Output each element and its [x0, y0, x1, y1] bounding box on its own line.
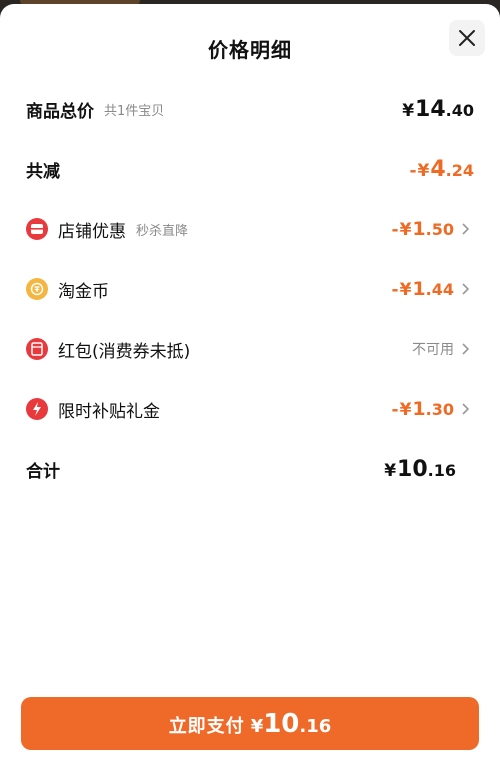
currency-symbol: ¥ — [384, 460, 397, 481]
pay-now-button[interactable]: 立即支付 ¥ 10 .16 — [21, 697, 479, 750]
sheet-header: 价格明细 — [0, 4, 500, 78]
pay-amount-int: 10 — [263, 709, 300, 739]
tao-coins-int: 1 — [412, 278, 426, 300]
chevron-right-icon — [462, 283, 474, 295]
minus-sign: - — [409, 160, 417, 181]
subtotal-label: 合计 — [26, 461, 60, 482]
subsidy-value: - ¥ 1 .30 — [392, 398, 454, 420]
minus-sign: - — [391, 400, 399, 420]
currency-symbol: ¥ — [402, 100, 415, 121]
currency-symbol: ¥ — [417, 160, 430, 181]
price-detail-sheet: 价格明细 商品总价 共1件宝贝 ¥ 14 .40 共减 - ¥ 4 .24 店铺… — [0, 4, 500, 771]
minus-sign: - — [391, 220, 399, 240]
subsidy-label: 限时补贴礼金 — [58, 401, 160, 422]
close-icon — [459, 30, 475, 46]
chevron-right-icon — [462, 223, 474, 235]
coin-icon — [26, 278, 48, 300]
currency-symbol: ¥ — [250, 716, 264, 737]
total-price-label: 商品总价 — [26, 101, 94, 122]
tao-coins-dec: .44 — [425, 280, 454, 299]
store-discount-value: - ¥ 1 .50 — [392, 218, 454, 240]
currency-symbol: ¥ — [399, 280, 412, 300]
chevron-right-icon — [462, 343, 474, 355]
store-discount-sub: 秒杀直降 — [136, 223, 189, 239]
row-store-discount[interactable]: 店铺优惠 秒杀直降 - ¥ 1 .50 — [26, 209, 474, 249]
close-button[interactable] — [449, 20, 485, 56]
tao-coins-value: - ¥ 1 .44 — [392, 278, 454, 300]
red-packet-icon — [26, 338, 48, 360]
store-discount-int: 1 — [412, 218, 426, 240]
red-packet-status: 不可用 — [412, 342, 454, 358]
subtotal-int: 10 — [397, 456, 428, 482]
reduction-dec: .24 — [445, 160, 474, 180]
total-price-int: 14 — [415, 96, 446, 122]
subsidy-int: 1 — [412, 398, 426, 420]
tao-coins-label: 淘金币 — [58, 281, 109, 302]
subsidy-dec: .30 — [425, 400, 454, 419]
chevron-right-icon — [462, 403, 474, 415]
store-coupon-icon — [26, 218, 48, 240]
subtotal-value: ¥ 10 .16 — [384, 457, 456, 482]
lightning-icon — [26, 398, 48, 420]
row-subtotal: 合计 ¥ 10 .16 — [26, 449, 474, 489]
item-count: 共1件宝贝 — [104, 103, 165, 119]
row-total-reduction: 共减 - ¥ 4 .24 — [26, 149, 474, 189]
reduction-label: 共减 — [26, 161, 60, 182]
total-price-dec: .40 — [445, 100, 474, 120]
red-packet-label: 红包(消费券未抵) — [58, 341, 191, 362]
row-tao-coins[interactable]: 淘金币 - ¥ 1 .44 — [26, 269, 474, 309]
pay-amount-dec: .16 — [299, 716, 332, 737]
minus-sign: - — [391, 280, 399, 300]
row-red-packet[interactable]: 红包(消费券未抵) 不可用 — [26, 329, 474, 369]
row-limited-subsidy[interactable]: 限时补贴礼金 - ¥ 1 .30 — [26, 389, 474, 429]
store-discount-dec: .50 — [425, 220, 454, 239]
currency-symbol: ¥ — [399, 220, 412, 240]
row-total-price: 商品总价 共1件宝贝 ¥ 14 .40 — [26, 89, 474, 129]
currency-symbol: ¥ — [399, 400, 412, 420]
reduction-int: 4 — [430, 156, 446, 182]
total-price-value: ¥ 14 .40 — [402, 97, 474, 122]
store-discount-label: 店铺优惠 — [58, 221, 126, 242]
reduction-value: - ¥ 4 .24 — [409, 157, 474, 182]
sheet-title: 价格明细 — [208, 38, 292, 62]
subtotal-dec: .16 — [427, 460, 456, 480]
pay-now-label: 立即支付 — [168, 716, 245, 737]
